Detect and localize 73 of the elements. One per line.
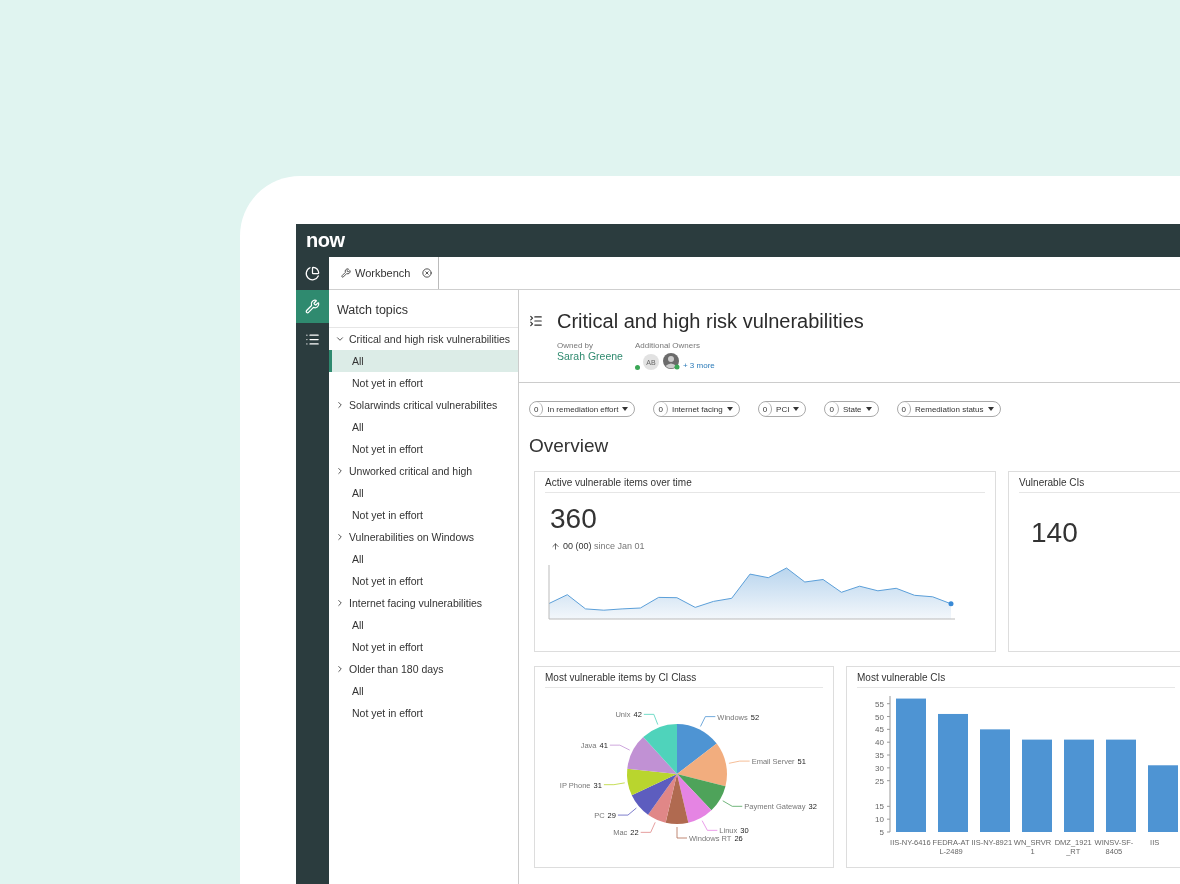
topic-item[interactable]: All	[329, 416, 518, 438]
section-title: Overview	[529, 435, 610, 457]
leader-line	[722, 800, 743, 807]
filter-chip[interactable]: 0 Internet facing	[653, 401, 740, 417]
leader-line	[617, 807, 637, 816]
topic-item[interactable]: All	[329, 350, 518, 372]
status-dot	[634, 365, 640, 370]
leader-line	[643, 713, 659, 725]
filter-chip[interactable]: 0 Remediation status	[896, 401, 1001, 417]
sidebar-title: Watch topics	[329, 290, 518, 328]
arrow-up-icon	[551, 541, 560, 551]
topic-item[interactable]: Not yet in effort	[329, 438, 518, 460]
collapse-icon[interactable]	[529, 314, 543, 328]
leader-line	[609, 744, 631, 751]
leader-line	[603, 782, 626, 786]
topic-group[interactable]: Vulnerabilities on Windows	[329, 526, 518, 548]
card-title: Most vulnerable items by CI Class	[545, 667, 823, 688]
leader-line	[676, 826, 688, 839]
caret-icon	[622, 407, 629, 411]
tick-label: 25	[875, 776, 884, 786]
topic-item[interactable]: All	[329, 548, 518, 570]
owner-name: Sarah Greene	[557, 350, 623, 362]
owners-label: Additional Owners	[634, 341, 701, 350]
leader-line	[728, 760, 751, 764]
topic-item[interactable]: All	[329, 680, 518, 702]
card-title: Active vulnerable items over time	[545, 472, 985, 493]
tick-label: 15	[875, 802, 884, 812]
leader-line	[700, 716, 716, 727]
topic-group[interactable]: Solarwinds critical vulnerabilites	[329, 394, 518, 416]
topic-item[interactable]: Not yet in effort	[329, 636, 518, 658]
topic-item[interactable]: All	[329, 614, 518, 636]
list-icon	[305, 332, 320, 347]
logo: now	[306, 229, 345, 252]
filter-chip[interactable]: 0 PCI	[757, 401, 807, 417]
topic-item[interactable]: Not yet in effort	[329, 570, 518, 592]
topic-group[interactable]: Critical and high risk vulnerabilities	[329, 328, 518, 350]
topic-group[interactable]: Older than 180 days	[329, 658, 518, 680]
chart-icon	[305, 266, 320, 281]
topic-item[interactable]: All	[329, 482, 518, 504]
wrench-icon	[341, 268, 351, 278]
leader-line	[640, 821, 656, 833]
caret-icon	[865, 407, 872, 411]
tick-label: 30	[875, 763, 884, 773]
avatar	[661, 352, 680, 370]
leader-line	[701, 820, 718, 831]
caret-icon	[793, 407, 800, 411]
owned-by-label: Owned by	[557, 341, 595, 350]
topic-item[interactable]: Not yet in effort	[329, 702, 518, 724]
topic-item[interactable]: Not yet in effort	[329, 372, 518, 394]
topic-group[interactable]: Internet facing vulnerabilities	[329, 592, 518, 614]
metric-value: 140	[1030, 516, 1079, 549]
tick-label: 40	[875, 738, 884, 748]
topic-item[interactable]: Not yet in effort	[329, 504, 518, 526]
close-icon[interactable]	[422, 268, 432, 278]
trend-delta: 00 (00) since Jan 01	[563, 541, 645, 551]
tick-label: 35	[875, 751, 884, 760]
tick-label: 55	[875, 699, 884, 709]
tick-label: 10	[875, 815, 884, 825]
tick-label: 45	[875, 725, 884, 735]
wrench-icon	[305, 299, 320, 314]
tick-label: 50	[875, 712, 884, 722]
card-title: Most vulnerable CIs	[857, 667, 1175, 688]
bar	[1148, 765, 1178, 832]
page-title: Critical and high risk vulnerabilities	[557, 310, 864, 333]
filter-chip[interactable]: 0 In remediation effort	[529, 401, 636, 417]
filter-chip[interactable]: 0 State	[824, 401, 879, 417]
tick-label: 5	[879, 828, 884, 837]
topic-group[interactable]: Unworked critical and high	[329, 460, 518, 482]
card-title: Vulnerable CIs	[1019, 472, 1180, 493]
metric-value: 360	[549, 502, 598, 535]
caret-icon	[987, 407, 994, 411]
more-owners-link[interactable]: + 3 more	[682, 361, 715, 370]
caret-icon	[726, 407, 733, 411]
